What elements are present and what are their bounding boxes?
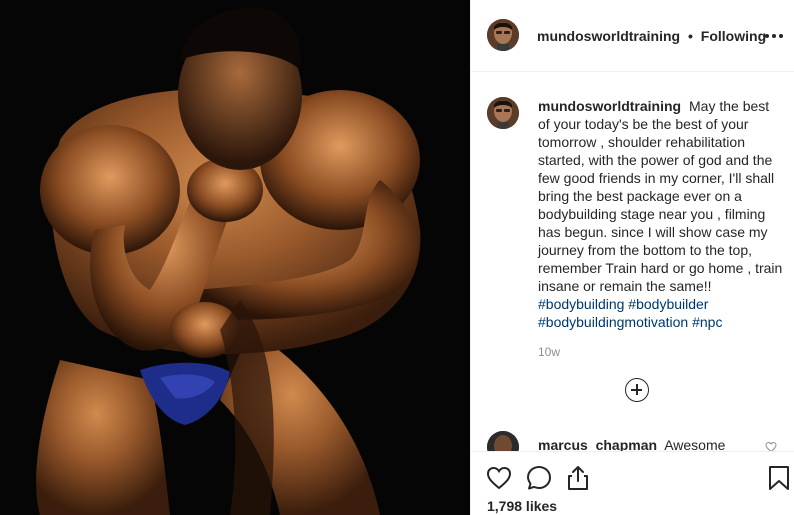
post-header: mundosworldtraining • Following xyxy=(471,0,794,72)
comment-like-icon[interactable] xyxy=(765,441,777,451)
caption-username[interactable]: mundosworldtraining xyxy=(538,98,681,114)
bookmark-icon[interactable] xyxy=(765,464,793,492)
bodybuilder-photo xyxy=(0,0,470,515)
comment-icon[interactable] xyxy=(525,464,553,492)
comment-item: marcus_chapman Awesome xyxy=(538,437,725,451)
avatar[interactable] xyxy=(487,19,519,51)
share-icon[interactable] xyxy=(564,464,592,492)
likes-count[interactable]: 1,798 likes xyxy=(487,498,557,514)
following-button[interactable]: Following xyxy=(701,28,766,44)
more-options-icon[interactable] xyxy=(761,24,787,48)
avatar[interactable] xyxy=(487,97,519,129)
post-caption: mundosworldtraining May the best of your… xyxy=(538,97,783,331)
post-side-panel: mundosworldtraining • Following mundoswo… xyxy=(470,0,794,515)
post-timestamp[interactable]: 10w xyxy=(538,345,560,359)
follow-separator: • xyxy=(688,28,693,44)
header-username-line: mundosworldtraining • Following xyxy=(537,28,766,44)
heart-icon[interactable] xyxy=(485,464,513,492)
post-photo[interactable] xyxy=(0,0,470,515)
comment-text: Awesome xyxy=(664,437,726,451)
comment-username[interactable]: marcus_chapman xyxy=(538,437,657,451)
avatar[interactable] xyxy=(487,431,519,451)
post-actions-bar: 1,798 likes xyxy=(471,451,794,515)
plus-circle-icon[interactable] xyxy=(625,378,649,402)
caption-hashtags[interactable]: #bodybuilding #bodybuilder #bodybuilding… xyxy=(538,296,722,330)
username-link[interactable]: mundosworldtraining xyxy=(537,28,680,44)
comments-section[interactable]: mundosworldtraining May the best of your… xyxy=(471,73,794,451)
caption-text: May the best of your today's be the best… xyxy=(538,98,783,294)
